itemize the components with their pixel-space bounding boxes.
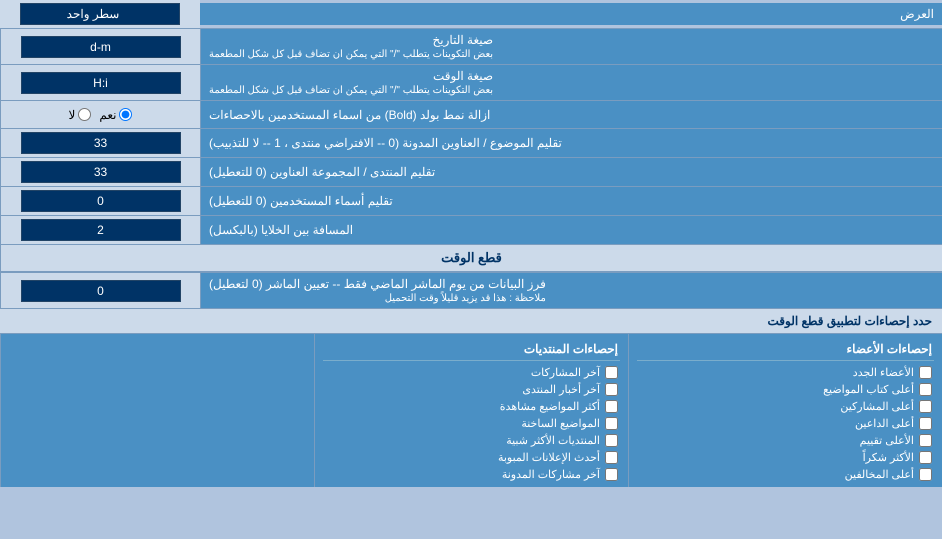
stats-col-forums: إحصاءات المنتديات آخر المشاركات آخر أخبا… — [314, 334, 628, 487]
time-format-row: صيغة الوقت بعض التكوينات يتطلب "/" التي … — [0, 65, 942, 101]
time-format-input[interactable] — [21, 72, 181, 94]
stats-header: حدد إحصاءات لتطبيق قطع الوقت — [0, 309, 942, 334]
date-format-row: صيغة التاريخ بعض التكوينات يتطلب "/" الت… — [0, 29, 942, 65]
time-format-input-wrap — [0, 65, 200, 100]
checkbox-top-authors: أعلى كتاب المواضيع — [637, 381, 934, 398]
cb-latest-classifieds[interactable] — [605, 451, 618, 464]
user-names-label: تقليم أسماء المستخدمين (0 للتعطيل) — [200, 187, 942, 215]
remove-bold-label: ازالة نمط بولد (Bold) من اسماء المستخدمي… — [200, 101, 942, 128]
forums-col-header: إحصاءات المنتديات — [323, 338, 620, 361]
user-names-input-wrap — [0, 187, 200, 215]
time-cut-input-wrap — [0, 273, 200, 308]
checkbox-last-blog-posts: آخر مشاركات المدونة — [323, 466, 620, 483]
stats-col-empty — [0, 334, 314, 487]
cb-top-inviters[interactable] — [919, 417, 932, 430]
checkbox-top-participators: أعلى المشاركين — [637, 398, 934, 415]
time-cut-input[interactable] — [21, 280, 181, 302]
stats-header-label: حدد إحصاءات لتطبيق قطع الوقت — [767, 314, 932, 328]
radio-no[interactable] — [78, 108, 91, 121]
cb-hot-topics[interactable] — [605, 417, 618, 430]
cb-most-viewed[interactable] — [605, 400, 618, 413]
header-row: العرض سطر واحدسطرانثلاثة أسطر — [0, 0, 942, 29]
checkbox-columns: إحصاءات الأعضاء الأعضاء الجدد أعلى كتاب … — [0, 334, 942, 487]
checkbox-most-viewed: أكثر المواضيع مشاهدة — [323, 398, 620, 415]
header-select-wrap: سطر واحدسطرانثلاثة أسطر — [0, 0, 200, 28]
forum-address-row: تقليم المنتدى / المجموعة العناوين (0 للت… — [0, 158, 942, 187]
cb-most-similar-forums[interactable] — [605, 434, 618, 447]
subject-address-label: تقليم الموضوع / العناوين المدونة (0 -- ا… — [200, 129, 942, 157]
cb-last-blog-posts[interactable] — [605, 468, 618, 481]
cell-distance-label: المسافة بين الخلايا (بالبكسل) — [200, 216, 942, 244]
cb-top-rated[interactable] — [919, 434, 932, 447]
cell-distance-input[interactable] — [21, 219, 181, 241]
checkbox-latest-classifieds: أحدث الإعلانات المبوبة — [323, 449, 620, 466]
date-format-label: صيغة التاريخ بعض التكوينات يتطلب "/" الت… — [200, 29, 942, 64]
subject-address-input-wrap — [0, 129, 200, 157]
remove-bold-input-wrap: نعم لا — [0, 101, 200, 128]
user-names-input[interactable] — [21, 190, 181, 212]
forum-address-input-wrap — [0, 158, 200, 186]
display-select[interactable]: سطر واحدسطرانثلاثة أسطر — [20, 3, 180, 25]
forum-address-input[interactable] — [21, 161, 181, 183]
checkbox-most-similar-forums: المنتديات الأكثر شبية — [323, 432, 620, 449]
cell-distance-row: المسافة بين الخلايا (بالبكسل) — [0, 216, 942, 245]
subject-address-input[interactable] — [21, 132, 181, 154]
remove-bold-row: ازالة نمط بولد (Bold) من اسماء المستخدمي… — [0, 101, 942, 129]
forum-address-label: تقليم المنتدى / المجموعة العناوين (0 للت… — [200, 158, 942, 186]
checkbox-forum-news: آخر أخبار المنتدى — [323, 381, 620, 398]
checkbox-top-inviters: أعلى الداعين — [637, 415, 934, 432]
time-cut-label: فرز البيانات من يوم الماشر الماضي فقط --… — [200, 273, 942, 308]
cb-new-members[interactable] — [919, 366, 932, 379]
checkbox-top-rated: الأعلى تقييم — [637, 432, 934, 449]
stats-section: حدد إحصاءات لتطبيق قطع الوقت إحصاءات الأ… — [0, 309, 942, 487]
radio-yes[interactable] — [119, 108, 132, 121]
radio-yes-label: نعم — [99, 108, 132, 122]
cb-forum-news[interactable] — [605, 383, 618, 396]
checkbox-hot-topics: المواضيع الساخنة — [323, 415, 620, 432]
checkbox-new-members: الأعضاء الجدد — [637, 364, 934, 381]
time-format-label: صيغة الوقت بعض التكوينات يتطلب "/" التي … — [200, 65, 942, 100]
time-cut-row: فرز البيانات من يوم الماشر الماضي فقط --… — [0, 273, 942, 309]
checkbox-top-violators: أعلى المخالفين — [637, 466, 934, 483]
members-col-header: إحصاءات الأعضاء — [637, 338, 934, 361]
checkbox-last-posts: آخر المشاركات — [323, 364, 620, 381]
header-label: العرض — [200, 3, 942, 25]
date-format-input[interactable] — [21, 36, 181, 58]
cb-most-thanked[interactable] — [919, 451, 932, 464]
time-cut-section-header: قطع الوقت — [0, 245, 942, 273]
checkbox-most-thanked: الأكثر شكراً — [637, 449, 934, 466]
radio-no-label: لا — [69, 108, 92, 122]
remove-bold-radio-group: نعم لا — [69, 108, 133, 122]
main-container: العرض سطر واحدسطرانثلاثة أسطر صيغة التار… — [0, 0, 942, 487]
stats-col-members: إحصاءات الأعضاء الأعضاء الجدد أعلى كتاب … — [628, 334, 942, 487]
date-format-input-wrap — [0, 29, 200, 64]
user-names-row: تقليم أسماء المستخدمين (0 للتعطيل) — [0, 187, 942, 216]
cb-top-authors[interactable] — [919, 383, 932, 396]
cell-distance-input-wrap — [0, 216, 200, 244]
cb-top-participators[interactable] — [919, 400, 932, 413]
subject-address-row: تقليم الموضوع / العناوين المدونة (0 -- ا… — [0, 129, 942, 158]
cb-last-posts[interactable] — [605, 366, 618, 379]
cb-top-violators[interactable] — [919, 468, 932, 481]
time-cut-title: قطع الوقت — [0, 245, 942, 271]
